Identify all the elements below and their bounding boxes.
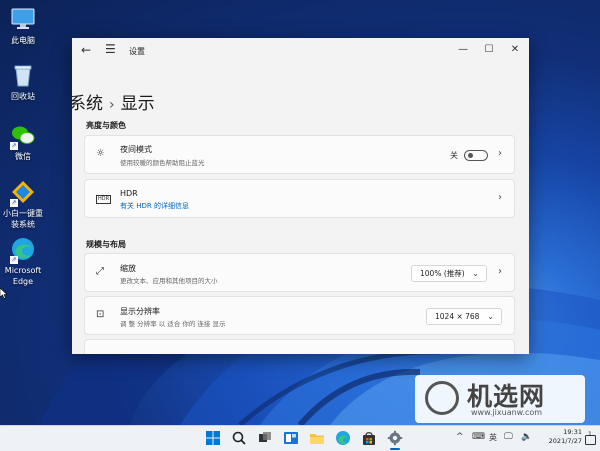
hdr-icon: HDR — [96, 195, 112, 204]
title-bar: ← ☰ 设置 — ☐ ✕ — [72, 38, 529, 64]
recycle-bin-icon — [10, 62, 36, 88]
page-title: 显示 — [120, 94, 155, 114]
desktop-icon-recycle-bin[interactable]: 回收站 — [0, 62, 46, 102]
desktop-icon-wechat[interactable]: ↗ 微信 — [0, 122, 46, 162]
window-title: 设置 — [129, 47, 145, 56]
desktop-icon-label: 回收站 — [11, 92, 35, 101]
shortcut-arrow-icon: ↗ — [10, 199, 18, 207]
hdr-info-link[interactable]: 有关 HDR 的详细信息 — [120, 201, 189, 211]
watermark-logo: 机选网 www.jixuanw.com — [415, 375, 585, 423]
desktop-icon-this-pc[interactable]: 此电脑 — [0, 6, 46, 46]
desktop-icon-label: 此电脑 — [11, 36, 35, 45]
hdr-title: HDR — [120, 189, 138, 198]
next-card-partial[interactable] — [84, 339, 515, 354]
chevron-right-icon[interactable]: › — [498, 148, 502, 159]
section-brightness-color: 亮度与颜色 — [86, 121, 126, 130]
clock-time: 19:31 — [563, 428, 582, 436]
clock-date: 2021/7/27 — [548, 437, 582, 445]
scale-card[interactable]: ⤢ 缩放 更改文本、应用和其他项目的大小 100% (推荐) ⌄ › — [84, 253, 515, 292]
widgets-icon[interactable] — [283, 430, 299, 446]
scale-value: 100% (推荐) — [420, 269, 465, 278]
installer-icon: ↗ — [10, 179, 36, 207]
minimize-button[interactable]: — — [451, 41, 475, 59]
network-icon[interactable]: 🖵 — [504, 432, 513, 442]
toggle-state-label: 关 — [450, 151, 458, 160]
tray-overflow-chevron-icon[interactable]: ^ — [456, 432, 464, 442]
breadcrumb-parent[interactable]: 系统 — [72, 94, 103, 114]
chevron-down-icon: ⌄ — [487, 312, 494, 321]
scale-icon: ⤢ — [96, 266, 104, 277]
edge-icon: ↗ — [10, 236, 36, 264]
shortcut-arrow-icon: ↗ — [10, 142, 18, 150]
mouse-cursor-icon — [0, 288, 8, 299]
toggle-knob — [468, 153, 473, 158]
volume-icon[interactable]: 🔈 — [521, 432, 532, 442]
resolution-title: 显示分辨率 — [120, 307, 160, 316]
keyboard-icon[interactable]: ⌨ — [472, 432, 485, 442]
chevron-right-icon[interactable]: › — [498, 192, 502, 203]
task-view-icon[interactable] — [257, 430, 273, 446]
settings-icon[interactable] — [387, 430, 403, 446]
resolution-subtitle: 调 整 分辨率 以 适合 你的 连接 显示 — [120, 320, 226, 328]
wechat-icon: ↗ — [10, 122, 36, 150]
notification-badge: 1 — [588, 431, 592, 438]
breadcrumb-separator: › — [109, 97, 115, 113]
scale-subtitle: 更改文本、应用和其他项目的大小 — [120, 277, 218, 285]
clock[interactable]: 19:31 2021/7/27 — [544, 428, 582, 446]
desktop-icon-edge[interactable]: ↗ Microsoft Edge — [0, 236, 46, 287]
desktop-icon-label: 小白一键重装系统 — [3, 209, 43, 229]
input-language[interactable]: 英 — [489, 432, 497, 443]
taskbar: ^ ⌨ 英 🖵 🔈 19:31 2021/7/27 1 — [0, 425, 600, 451]
scale-dropdown[interactable]: 100% (推荐) ⌄ — [411, 265, 487, 282]
section-scale-layout: 规模与布局 — [86, 240, 126, 249]
chevron-down-icon: ⌄ — [472, 269, 479, 278]
desktop-icon-label: Microsoft Edge — [4, 266, 42, 286]
hdr-card[interactable]: HDR HDR 有关 HDR 的详细信息 › — [84, 179, 515, 218]
resolution-dropdown[interactable]: 1024 × 768 ⌄ — [426, 308, 502, 325]
breadcrumb: 系统 › 显示 — [72, 89, 155, 114]
chevron-right-icon[interactable]: › — [498, 266, 502, 277]
night-light-subtitle: 使用较暖的颜色帮助阻止蓝光 — [120, 159, 205, 167]
settings-window: ← ☰ 设置 — ☐ ✕ 系统 › 显示 亮度与颜色 ☼ 夜间模式 使用较暖的颜色帮… — [72, 38, 529, 354]
brightness-icon: ☼ — [96, 148, 105, 159]
menu-icon[interactable]: ☰ — [105, 42, 116, 56]
night-light-toggle[interactable] — [464, 150, 488, 161]
shortcut-arrow-icon: ↗ — [10, 256, 18, 264]
back-arrow-icon[interactable]: ← — [81, 43, 91, 57]
resolution-icon: ⊡ — [96, 309, 105, 320]
watermark-emblem-icon — [425, 381, 459, 415]
night-light-title: 夜间模式 — [120, 145, 152, 154]
computer-icon — [10, 6, 36, 32]
notification-icon[interactable]: 1 — [585, 431, 596, 445]
desktop-icon-installer[interactable]: ↗ 小白一键重装系统 — [0, 179, 46, 230]
close-button[interactable]: ✕ — [503, 41, 527, 59]
night-light-card[interactable]: ☼ 夜间模式 使用较暖的颜色帮助阻止蓝光 关 › — [84, 135, 515, 174]
store-icon[interactable] — [361, 430, 377, 446]
edge-icon[interactable] — [335, 430, 351, 446]
resolution-value: 1024 × 768 — [435, 312, 480, 321]
maximize-button[interactable]: ☐ — [477, 41, 501, 59]
desktop-icon-label: 微信 — [15, 152, 31, 161]
windows-start-icon[interactable] — [205, 430, 221, 446]
search-icon[interactable] — [231, 430, 247, 446]
watermark-url: www.jixuanw.com — [471, 408, 543, 417]
resolution-card[interactable]: ⊡ 显示分辨率 调 整 分辨率 以 适合 你的 连接 显示 1024 × 768… — [84, 296, 515, 335]
file-explorer-icon[interactable] — [309, 430, 325, 446]
scale-title: 缩放 — [120, 264, 136, 273]
